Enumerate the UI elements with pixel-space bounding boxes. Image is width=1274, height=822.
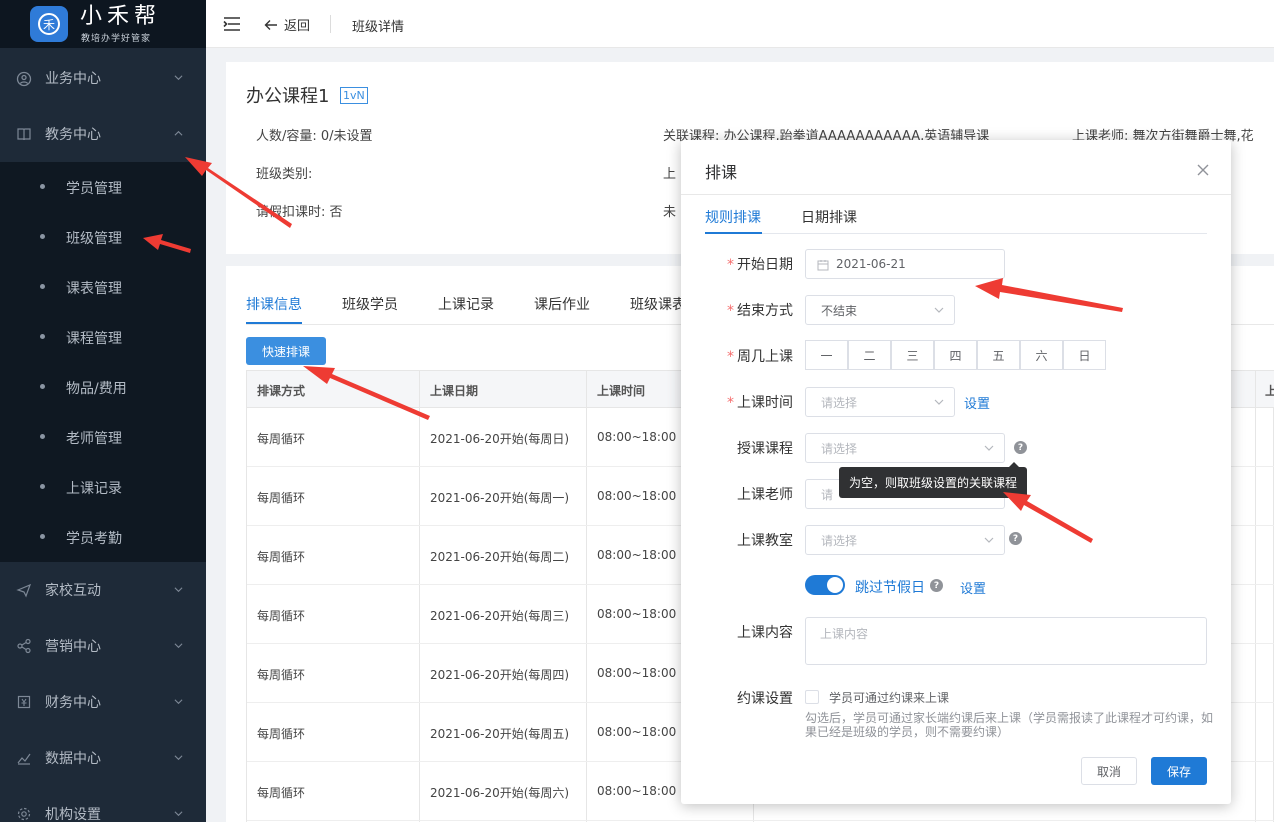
placeholder: 请选择 xyxy=(821,533,858,548)
required-mark: * xyxy=(727,395,734,411)
start-date-value: 2021-06-21 xyxy=(836,257,906,271)
chevron-down-icon xyxy=(984,537,994,543)
tab-border xyxy=(705,233,1207,234)
chevron-down-icon xyxy=(984,445,994,451)
room-label: 上课教室 xyxy=(737,533,793,549)
booking-label: 约课设置 xyxy=(737,691,793,707)
help-icon[interactable]: ? xyxy=(930,579,943,592)
chevron-down-icon xyxy=(934,307,944,313)
schedule-dialog: 排课 规则排课 日期排课 * 开始日期 2021-06-21 * 结束方式 不结束 … xyxy=(681,140,1231,804)
label-text: 结束方式 xyxy=(737,303,793,319)
placeholder: 请选择 xyxy=(821,395,858,410)
required-mark: * xyxy=(727,349,734,365)
calendar-icon xyxy=(817,260,829,271)
required-mark: * xyxy=(727,257,734,273)
teacher-label: 上课老师 xyxy=(737,487,793,503)
class-time-select[interactable]: 请选择 xyxy=(805,387,955,417)
course-tooltip: 为空，则取班级设置的关联课程 xyxy=(839,462,1027,498)
active-tab-indicator xyxy=(705,232,762,234)
weekday-thu-button[interactable]: 四 xyxy=(934,340,977,370)
end-mode-value: 不结束 xyxy=(821,303,858,318)
tab-rule-schedule[interactable]: 规则排课 xyxy=(705,207,761,227)
end-mode-select[interactable]: 不结束 xyxy=(805,295,955,325)
toggle-knob xyxy=(827,577,843,593)
course-label: 授课课程 xyxy=(737,441,793,457)
skip-holiday-toggle[interactable] xyxy=(805,575,845,595)
booking-checkbox-label: 学员可通过约课来上课 xyxy=(829,691,950,705)
cancel-button[interactable]: 取消 xyxy=(1081,757,1137,785)
weekday-tue-button[interactable]: 二 xyxy=(848,340,891,370)
placeholder: 请 xyxy=(821,487,834,502)
start-date-label: * 开始日期 xyxy=(703,254,793,274)
weekday-wed-button[interactable]: 三 xyxy=(891,340,934,370)
time-settings-link[interactable]: 设置 xyxy=(964,393,990,412)
start-date-picker[interactable]: 2021-06-21 xyxy=(805,249,1005,279)
end-mode-label: * 结束方式 xyxy=(703,300,793,320)
room-select[interactable]: 请选择 xyxy=(805,525,1005,555)
weekday-mon-button[interactable]: 一 xyxy=(805,340,848,370)
label-text: 开始日期 xyxy=(737,257,793,273)
weekday-sat-button[interactable]: 六 xyxy=(1020,340,1063,370)
skip-holiday-label: 跳过节假日 xyxy=(855,580,925,596)
booking-hint: 勾选后，学员可通过家长端约课后来上课（学员需报读了此课程才可约课，如果已经是班级… xyxy=(805,711,1214,739)
course-select[interactable]: 请选择 xyxy=(805,433,1005,463)
help-icon[interactable]: ? xyxy=(1014,441,1027,454)
save-button[interactable]: 保存 xyxy=(1151,757,1207,785)
required-mark: * xyxy=(727,303,734,319)
divider xyxy=(681,194,1231,195)
dialog-title: 排课 xyxy=(705,163,738,182)
help-icon[interactable]: ? xyxy=(1009,532,1022,545)
weekday-sun-button[interactable]: 日 xyxy=(1063,340,1106,370)
tab-date-schedule[interactable]: 日期排课 xyxy=(801,207,857,227)
placeholder: 请选择 xyxy=(821,441,858,456)
weekdays-label: * 周几上课 xyxy=(703,346,793,366)
class-time-label: * 上课时间 xyxy=(703,392,793,412)
label-text: 上课时间 xyxy=(737,395,793,411)
booking-checkbox[interactable] xyxy=(805,690,819,704)
label-text: 周几上课 xyxy=(737,349,793,365)
chevron-down-icon xyxy=(934,399,944,405)
holiday-settings-link[interactable]: 设置 xyxy=(960,578,986,597)
content-textarea[interactable]: 上课内容 xyxy=(805,617,1207,665)
content-label: 上课内容 xyxy=(737,625,793,641)
weekday-fri-button[interactable]: 五 xyxy=(977,340,1020,370)
close-icon[interactable] xyxy=(1193,160,1213,180)
placeholder: 上课内容 xyxy=(820,627,869,641)
